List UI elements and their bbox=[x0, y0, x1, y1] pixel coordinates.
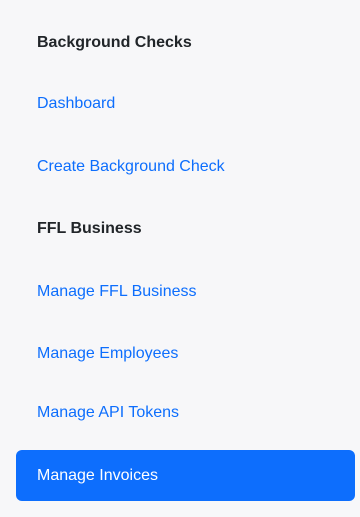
nav-link-manage-invoices-label: Manage Invoices bbox=[37, 467, 158, 484]
nav-link-dashboard[interactable]: Dashboard bbox=[37, 94, 115, 114]
nav-link-manage-employees[interactable]: Manage Employees bbox=[37, 344, 178, 364]
nav-link-manage-invoices-active[interactable]: Manage Invoices bbox=[16, 450, 355, 501]
sidebar-nav: Background Checks Dashboard Create Backg… bbox=[0, 0, 360, 517]
nav-link-manage-api-tokens[interactable]: Manage API Tokens bbox=[37, 403, 179, 423]
nav-link-manage-ffl-business[interactable]: Manage FFL Business bbox=[37, 282, 196, 302]
section-header-ffl-business: FFL Business bbox=[37, 220, 142, 237]
nav-link-create-background-check[interactable]: Create Background Check bbox=[37, 157, 225, 177]
section-header-background-checks: Background Checks bbox=[37, 34, 192, 51]
